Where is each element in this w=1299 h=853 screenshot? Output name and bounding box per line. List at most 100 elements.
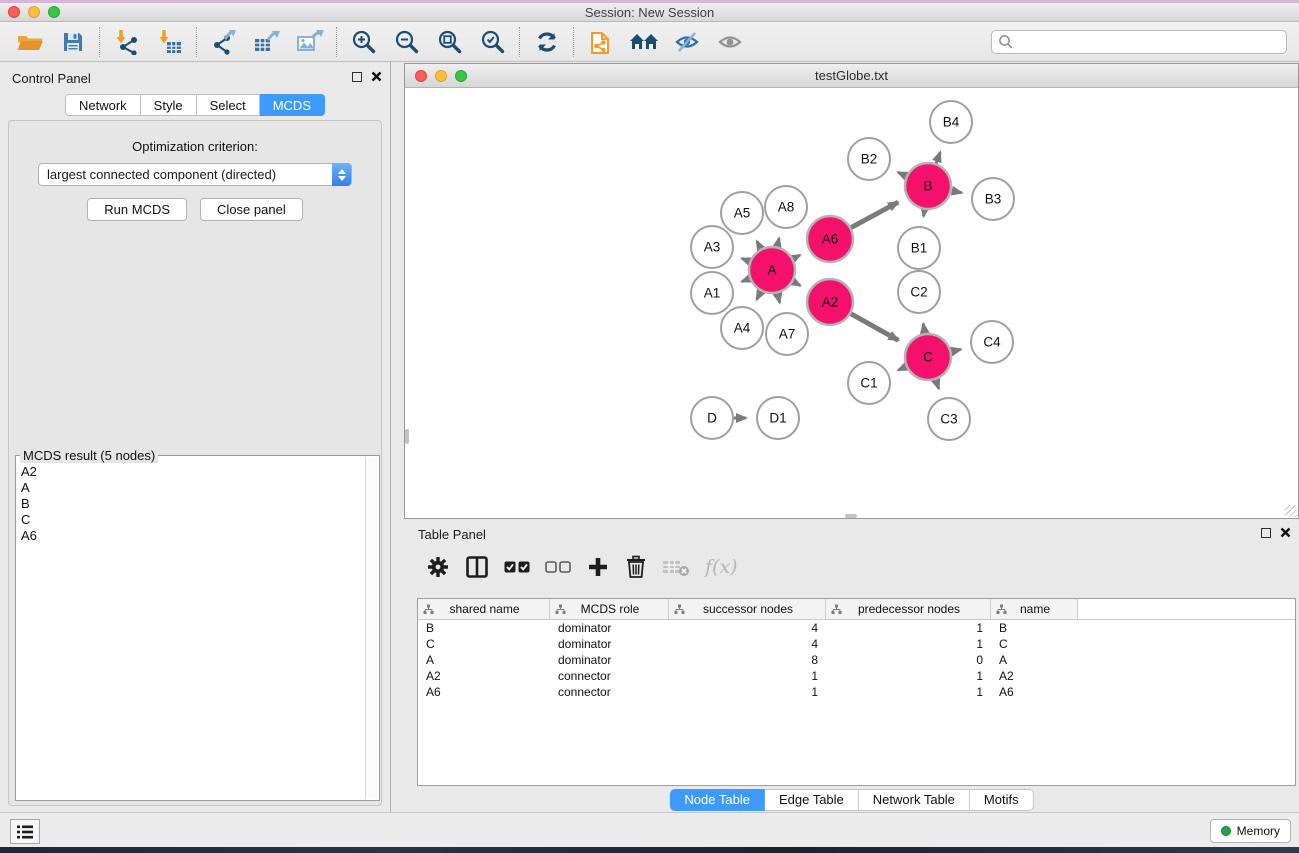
home-button[interactable] xyxy=(622,25,665,59)
node-A4[interactable]: A4 xyxy=(721,307,763,349)
result-scrollbar[interactable] xyxy=(365,457,378,799)
resize-grip[interactable] xyxy=(1285,505,1297,517)
edge-B-B1[interactable] xyxy=(924,210,925,217)
node-B4[interactable]: B4 xyxy=(930,101,972,143)
edge-B-B4[interactable] xyxy=(936,152,940,163)
search-input[interactable] xyxy=(1014,34,1280,49)
edge-A-A3[interactable] xyxy=(742,258,750,261)
tab-network-table[interactable]: Network Table xyxy=(859,789,970,811)
run-mcds-button[interactable]: Run MCDS xyxy=(87,198,187,221)
delete-table-button[interactable] xyxy=(662,556,690,578)
column-header-predecessor-nodes[interactable]: predecessor nodes xyxy=(826,599,991,619)
column-header-MCDS-role[interactable]: MCDS role xyxy=(550,599,669,619)
tab-select[interactable]: Select xyxy=(197,94,260,116)
edge-C-C2[interactable] xyxy=(923,324,924,334)
delete-row-button[interactable] xyxy=(625,555,647,579)
zoom-in-button[interactable] xyxy=(342,25,385,59)
node-C4[interactable]: C4 xyxy=(971,321,1013,363)
result-item[interactable]: A6 xyxy=(21,528,365,544)
node-A5[interactable]: A5 xyxy=(721,192,763,234)
node-C3[interactable]: C3 xyxy=(928,398,970,440)
result-item[interactable]: A2 xyxy=(21,464,365,480)
import-network-button[interactable] xyxy=(105,25,148,59)
network-graph[interactable]: B4B2BB3A5A8A6A3B1AC2A1A2A4A7C4CC1DD1C3 xyxy=(405,88,1298,518)
select-all-button[interactable] xyxy=(504,560,530,574)
node-table[interactable]: shared nameMCDS rolesuccessor nodesprede… xyxy=(417,598,1296,786)
open-session-button[interactable] xyxy=(8,25,51,59)
close-window-button[interactable] xyxy=(8,6,20,18)
network-close-button[interactable] xyxy=(415,70,427,82)
search-field[interactable] xyxy=(991,30,1287,54)
edge-A-A7[interactable] xyxy=(777,293,779,302)
network-hscroll[interactable] xyxy=(845,514,857,518)
zoom-window-button[interactable] xyxy=(48,6,60,18)
edge-A-A1[interactable] xyxy=(742,279,750,282)
edge-C-C3[interactable] xyxy=(936,380,939,389)
edge-C-C4[interactable] xyxy=(951,349,960,351)
refresh-button[interactable] xyxy=(525,25,568,59)
export-network-button[interactable] xyxy=(202,25,245,59)
import-table-button[interactable] xyxy=(148,25,191,59)
table-row[interactable]: Adominator80A xyxy=(418,652,1295,668)
node-A1[interactable]: A1 xyxy=(691,272,733,314)
column-header-shared-name[interactable]: shared name xyxy=(418,599,550,619)
node-C2[interactable]: C2 xyxy=(898,271,940,313)
edge-A-A8[interactable] xyxy=(777,238,779,246)
edge-C-C1[interactable] xyxy=(898,367,906,370)
network-canvas[interactable]: B4B2BB3A5A8A6A3B1AC2A1A2A4A7C4CC1DD1C3 xyxy=(405,88,1298,518)
node-B3[interactable]: B3 xyxy=(972,178,1014,220)
criterion-select[interactable]: largest connected component (directed) xyxy=(38,163,352,186)
result-item[interactable]: B xyxy=(21,496,365,512)
edge-A-A4[interactable] xyxy=(757,291,761,299)
tab-edge-table[interactable]: Edge Table xyxy=(765,789,859,811)
node-C[interactable]: C xyxy=(905,334,951,380)
node-B2[interactable]: B2 xyxy=(848,138,890,180)
tab-network[interactable]: Network xyxy=(65,94,141,116)
hide-panel-button[interactable] xyxy=(665,25,708,59)
add-row-button[interactable] xyxy=(586,555,610,579)
tab-mcds[interactable]: MCDS xyxy=(260,94,325,116)
close-panel-icon[interactable] xyxy=(371,71,382,82)
node-C1[interactable]: C1 xyxy=(848,362,890,404)
table-row[interactable]: Cdominator41C xyxy=(418,636,1295,652)
network-zoom-button[interactable] xyxy=(455,70,467,82)
edge-A-A5[interactable] xyxy=(757,241,761,248)
open-network-file-button[interactable] xyxy=(579,25,622,59)
function-builder-button[interactable]: f(x) xyxy=(705,556,738,578)
edge-A-A2[interactable] xyxy=(793,282,800,286)
column-header-successor-nodes[interactable]: successor nodes xyxy=(669,599,826,619)
show-panel-button[interactable] xyxy=(708,25,751,59)
edge-B-B2[interactable] xyxy=(898,172,906,176)
tab-style[interactable]: Style xyxy=(141,94,197,116)
node-A7[interactable]: A7 xyxy=(766,313,808,355)
zoom-fit-button[interactable] xyxy=(428,25,471,59)
export-image-button[interactable] xyxy=(288,25,331,59)
node-D[interactable]: D xyxy=(691,397,733,439)
task-history-button[interactable] xyxy=(10,819,40,844)
float-panel-icon[interactable] xyxy=(352,72,362,82)
close-panel-button[interactable]: Close panel xyxy=(200,198,303,221)
close-table-panel-icon[interactable] xyxy=(1280,527,1291,538)
node-B[interactable]: B xyxy=(905,163,951,209)
minimize-window-button[interactable] xyxy=(28,6,40,18)
node-D1[interactable]: D1 xyxy=(757,397,799,439)
node-A2[interactable]: A2 xyxy=(807,279,853,325)
table-settings-button[interactable] xyxy=(426,555,450,579)
node-A[interactable]: A xyxy=(749,247,795,293)
edge-A-A6[interactable] xyxy=(793,255,800,259)
table-row[interactable]: A6connector11A6 xyxy=(418,684,1295,700)
edge-A6-B[interactable] xyxy=(851,202,898,227)
node-B1[interactable]: B1 xyxy=(898,227,940,269)
node-A6[interactable]: A6 xyxy=(807,216,853,262)
result-item[interactable]: C xyxy=(21,512,365,528)
edge-A2-C[interactable] xyxy=(851,314,898,341)
tab-node-table[interactable]: Node Table xyxy=(669,789,765,811)
save-session-button[interactable] xyxy=(51,25,94,59)
column-header-name[interactable]: name xyxy=(991,599,1078,619)
zoom-selected-button[interactable] xyxy=(471,25,514,59)
export-table-button[interactable] xyxy=(245,25,288,59)
edge-B-B3[interactable] xyxy=(952,191,962,193)
deselect-all-button[interactable] xyxy=(545,560,571,574)
node-A3[interactable]: A3 xyxy=(691,226,733,268)
memory-button[interactable]: Memory xyxy=(1210,819,1291,843)
